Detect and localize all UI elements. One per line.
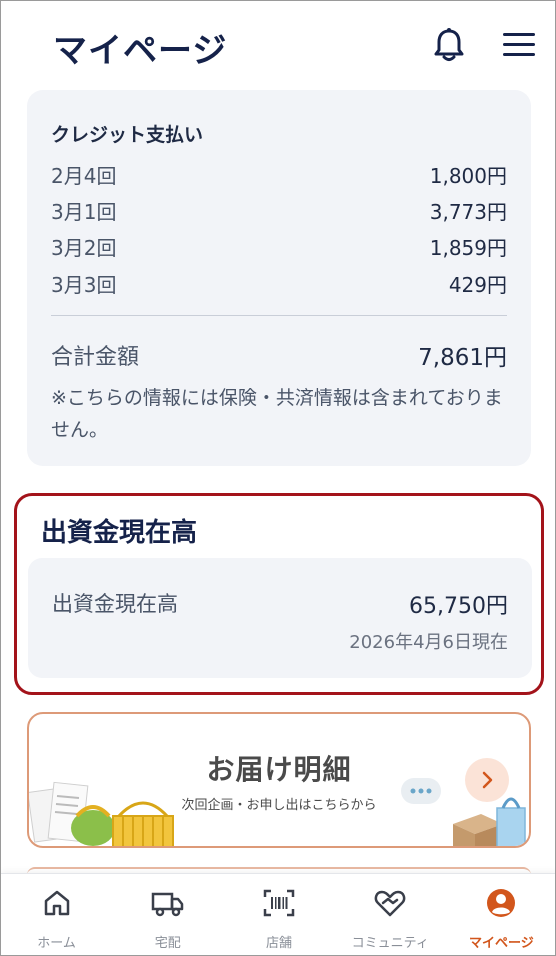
credit-row-amount: 1,800円 xyxy=(429,163,507,188)
credit-card-title: クレジット支払い xyxy=(51,124,204,146)
capital-balance-section: 出資金現在高 出資金現在高 65,750円 2026年4月6日現在 xyxy=(14,493,544,695)
nav-item-community[interactable]: コミュニティ xyxy=(335,874,446,955)
total-row: 合計金額 7,861円 xyxy=(51,338,507,372)
nav-item-home[interactable]: ホーム xyxy=(1,874,112,955)
capital-section-title: 出資金現在高 xyxy=(41,518,198,548)
header: マイページ xyxy=(1,1,555,89)
divider xyxy=(51,315,507,316)
truck-icon xyxy=(151,886,185,920)
nav-label: ホーム xyxy=(37,936,76,951)
user-circle-icon xyxy=(484,886,518,920)
capital-as-of-date: 2026年4月6日現在 xyxy=(349,632,508,653)
bottom-navigation: ホーム 宅配 店舗 コミュニティ マイページ xyxy=(1,873,555,955)
total-amount: 7,861円 xyxy=(418,345,507,371)
insurance-note: ※こちらの情報には保険・共済情報は含まれておりません。 xyxy=(51,387,503,441)
delivery-details-banner[interactable]: お届け明細 次回企画・お申し出はこちらから xyxy=(27,712,531,848)
credit-row-amount: 3,773円 xyxy=(429,199,507,224)
home-icon xyxy=(40,886,74,920)
nav-item-store[interactable]: 店舗 xyxy=(223,874,334,955)
page-title: マイページ xyxy=(53,31,228,71)
credit-payment-card: クレジット支払い 2月4回 1,800円 3月1回 3,773円 3月2回 1,… xyxy=(27,90,531,466)
credit-row: 3月2回 1,859円 xyxy=(51,232,507,260)
credit-row-amount: 429円 xyxy=(448,272,507,297)
app-screen: マイページ クレジット支払い 2月4回 1,800円 3月1回 3,773円 3… xyxy=(0,0,556,956)
capital-label: 出資金現在高 xyxy=(52,592,178,616)
total-label: 合計金額 xyxy=(51,345,140,370)
chevron-right-icon[interactable] xyxy=(465,758,509,802)
heart-hands-icon xyxy=(373,886,407,920)
capital-balance-card: 出資金現在高 65,750円 2026年4月6日現在 xyxy=(28,558,532,678)
credit-row-label: 3月1回 xyxy=(51,199,117,224)
credit-row: 3月3回 429円 xyxy=(51,269,507,297)
credit-row-label: 3月2回 xyxy=(51,235,117,260)
credit-row-label: 3月3回 xyxy=(51,272,117,297)
hamburger-menu-icon[interactable] xyxy=(501,29,537,61)
credit-row-amount: 1,859円 xyxy=(429,235,507,260)
credit-row: 3月1回 3,773円 xyxy=(51,196,507,224)
capital-amount: 65,750円 xyxy=(409,594,508,619)
nav-item-delivery[interactable]: 宅配 xyxy=(112,874,223,955)
barcode-icon xyxy=(262,886,296,920)
nav-label: コミュニティ xyxy=(351,936,429,951)
nav-item-mypage[interactable]: マイページ xyxy=(446,874,555,955)
nav-label: 店舗 xyxy=(266,936,293,951)
nav-label: 宅配 xyxy=(154,936,181,951)
credit-row: 2月4回 1,800円 xyxy=(51,160,507,188)
bell-icon[interactable] xyxy=(431,27,467,63)
credit-row-label: 2月4回 xyxy=(51,163,117,188)
nav-label: マイページ xyxy=(469,936,534,951)
